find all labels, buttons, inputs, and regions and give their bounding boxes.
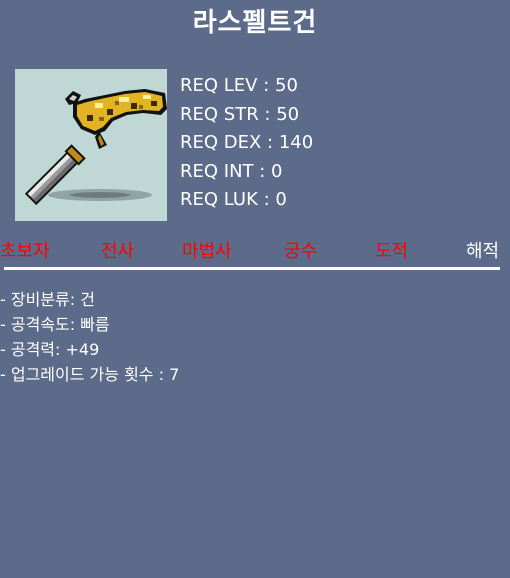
req-int: REQ INT : 0 — [180, 160, 283, 182]
req-str: REQ STR : 50 — [180, 103, 300, 125]
divider — [4, 267, 500, 270]
item-details: - 장비분류: 건 - 공격속도: 빠름 - 공격력: +49 - 업그레이드 … — [0, 287, 179, 387]
detail-attack-speed: - 공격속도: 빠름 — [0, 315, 110, 334]
detail-category: - 장비분류: 건 — [0, 290, 95, 309]
req-luk: REQ LUK : 0 — [180, 189, 287, 210]
job-magician: 마법사 — [182, 241, 232, 262]
job-thief: 도적 — [375, 241, 409, 262]
item-icon-frame — [15, 69, 167, 221]
job-warrior: 전사 — [101, 241, 135, 262]
gun-icon — [24, 89, 167, 206]
item-name: 라스펠트건 — [192, 8, 318, 38]
job-beginner: 초보자 — [0, 241, 50, 262]
job-bowman: 궁수 — [284, 241, 318, 262]
req-level: REQ LEV : 50 — [180, 75, 298, 96]
requirements-list: REQ LEV : 50 REQ STR : 50 REQ DEX : 140 … — [180, 72, 313, 215]
job-pirate: 해적 — [466, 241, 500, 262]
req-dex: REQ DEX : 140 — [180, 132, 314, 153]
job-list: 초보자 전사 마법사 궁수 도적 해적 — [0, 237, 510, 262]
detail-attack: - 공격력: +49 — [0, 340, 100, 359]
detail-upgrade-slots: - 업그레이드 가능 횟수 : 7 — [0, 365, 180, 384]
